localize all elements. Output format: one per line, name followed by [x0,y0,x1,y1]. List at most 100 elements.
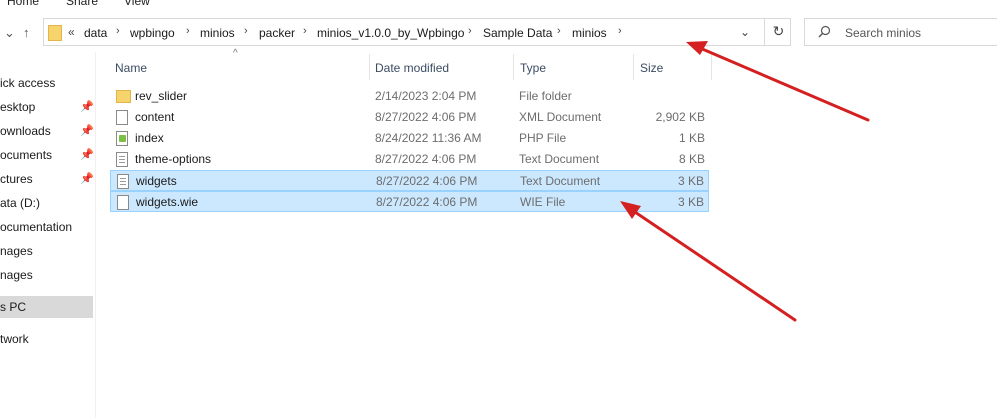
folder-icon [116,90,131,103]
sidebar-item-label: s PC [0,300,27,314]
breadcrumb-chevron-icon[interactable]: › [186,25,190,37]
breadcrumb-item[interactable]: packer [259,26,295,40]
text-file-icon [116,152,128,167]
file-type: File folder [519,89,572,103]
address-dropdown-icon[interactable]: ⌄ [740,25,750,39]
sidebar-item-images[interactable]: nages [0,264,93,286]
column-header-date-modified[interactable]: Date modified [375,58,449,80]
column-divider[interactable] [513,54,514,80]
pane-divider [95,52,96,418]
sidebar-item-label: ata (D:) [0,196,41,210]
sidebar-item-pictures[interactable]: ctures 📌 [0,168,93,190]
annotation-arrow-address-bar [686,41,870,122]
recent-locations-chevron-icon[interactable]: ⌄ [4,25,15,41]
refresh-icon: ↻ [772,23,785,39]
file-row[interactable]: rev_slider 2/14/2023 2:04 PM File folder [110,86,709,107]
search-icon [818,25,831,41]
file-date: 8/27/2022 4:06 PM [375,110,477,124]
sidebar-item-images[interactable]: nages [0,240,93,262]
file-row[interactable]: index 8/24/2022 11:36 AM PHP File 1 KB [110,128,709,149]
breadcrumb-item[interactable]: minios [200,26,235,40]
search-input[interactable]: Search minios [804,18,997,46]
file-size: 3 KB [677,174,704,188]
ribbon-tabs: Home Share View [0,0,997,8]
sidebar-item-this-pc[interactable]: s PC [0,296,93,318]
file-size: 8 KB [678,152,705,166]
column-divider[interactable] [711,54,712,80]
sort-ascending-icon: ^ [233,48,238,59]
file-row[interactable]: theme-options 8/27/2022 4:06 PM Text Doc… [110,149,709,170]
file-type: WIE File [520,195,566,209]
file-type: XML Document [519,110,602,124]
file-type: PHP File [519,131,567,145]
file-date: 2/14/2023 2:04 PM [375,89,477,103]
file-name: widgets.wie [136,195,199,209]
breadcrumb-item[interactable]: data [84,26,107,40]
address-bar[interactable]: « data › wpbingo › minios › packer › min… [43,18,791,46]
up-arrow-icon[interactable]: ↑ [23,25,30,40]
sidebar-item-documents[interactable]: ocuments 📌 [0,144,93,166]
sidebar-item-label: nages [0,244,33,258]
pin-icon: 📌 [80,173,93,185]
breadcrumb-item-current[interactable]: minios [572,26,607,40]
sidebar-item-quick-access[interactable]: ick access [0,72,93,94]
file-size: 2,902 KB [655,110,705,124]
column-divider[interactable] [633,54,634,80]
refresh-button[interactable]: ↻ [764,18,792,46]
breadcrumb-chevron-icon[interactable]: › [116,25,120,37]
pin-icon: 📌 [80,101,93,113]
pin-icon: 📌 [80,149,93,161]
sidebar-item-label: ocuments [0,148,53,162]
file-type: Text Document [519,152,600,166]
breadcrumb-chevron-icon[interactable]: › [244,25,248,37]
column-header-name[interactable]: Name [115,58,147,80]
file-row-selected[interactable]: widgets 8/27/2022 4:06 PM Text Document … [110,170,709,191]
file-name: theme-options [135,152,212,166]
sidebar-item-label: nages [0,268,33,282]
sidebar-item-label: esktop [0,100,36,114]
breadcrumb-overflow[interactable]: « [68,25,75,39]
tab-share[interactable]: Share [66,0,98,8]
navigation-pane: ick access esktop 📌 ownloads 📌 ocuments 📌 c… [0,70,93,418]
file-date: 8/27/2022 4:06 PM [376,174,478,188]
pin-icon: 📌 [80,125,93,137]
sidebar-item-data-drive[interactable]: ata (D:) [0,192,93,214]
file-name: rev_slider [135,89,188,103]
tab-home[interactable]: Home [7,0,39,8]
column-header-size[interactable]: Size [640,58,663,80]
column-divider[interactable] [369,54,370,80]
breadcrumb-chevron-icon[interactable]: › [557,25,561,37]
xml-file-icon [116,110,128,125]
file-size: 3 KB [677,195,704,209]
breadcrumb-chevron-icon[interactable]: › [468,25,472,37]
breadcrumb-chevron-icon[interactable]: › [618,25,622,37]
folder-icon [48,25,62,41]
breadcrumb-item[interactable]: Sample Data [483,26,552,40]
file-name: widgets [136,174,177,188]
file-size: 1 KB [678,131,705,145]
sidebar-item-label: ick access [0,76,56,90]
annotation-arrow-selected-files [620,201,797,322]
file-row-selected[interactable]: widgets.wie 8/27/2022 4:06 PM WIE File 3… [110,191,709,212]
breadcrumb-chevron-icon[interactable]: › [303,25,307,37]
file-name: content [135,110,175,124]
php-file-icon [116,131,128,146]
column-header-type[interactable]: Type [520,58,546,80]
sidebar-item-network[interactable]: twork [0,328,93,350]
sidebar-item-label: ocumentation [0,220,73,234]
file-type: Text Document [520,174,601,188]
breadcrumb-item[interactable]: minios_v1.0.0_by_Wpbingo [317,26,464,40]
file-row[interactable]: content 8/27/2022 4:06 PM XML Document 2… [110,107,709,128]
sidebar-item-desktop[interactable]: esktop 📌 [0,96,93,118]
tab-view[interactable]: View [124,0,150,8]
file-date: 8/27/2022 4:06 PM [376,195,478,209]
sidebar-item-label: ownloads [0,124,51,138]
sidebar-item-label: ctures [0,172,33,186]
search-placeholder: Search minios [845,26,922,40]
file-icon [117,195,129,210]
sidebar-item-downloads[interactable]: ownloads 📌 [0,120,93,142]
text-file-icon [117,174,129,189]
file-date: 8/27/2022 4:06 PM [375,152,477,166]
sidebar-item-documentation[interactable]: ocumentation [0,216,93,238]
breadcrumb-item[interactable]: wpbingo [130,26,175,40]
